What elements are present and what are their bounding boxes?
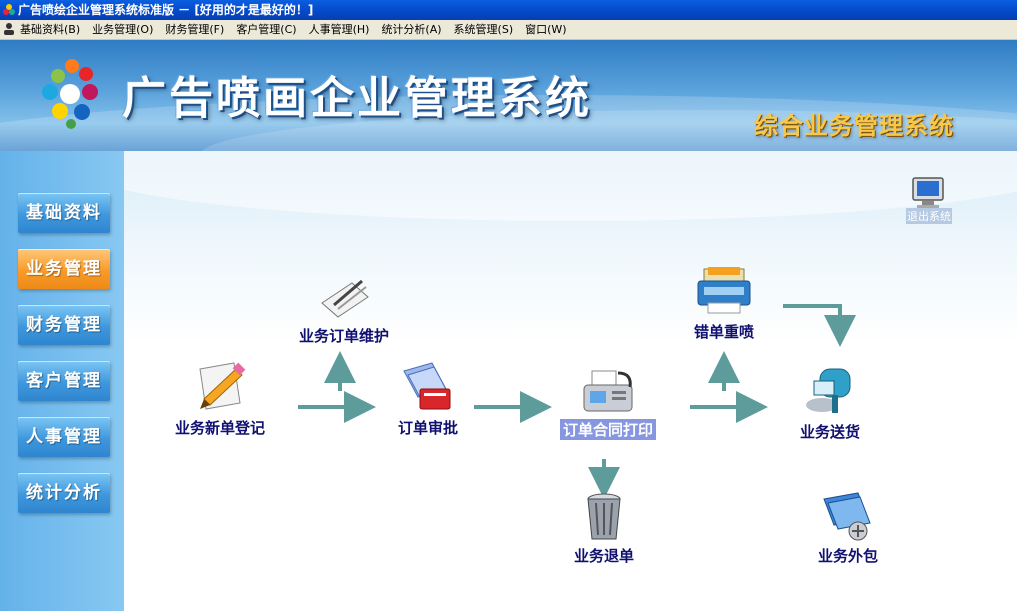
header-banner: 广告喷画企业管理系统 综合业务管理系统 <box>0 40 1017 151</box>
pen-paper-icon <box>321 279 369 318</box>
sidebar-item-statistics[interactable]: 统计分析 <box>18 473 110 513</box>
user-icon <box>4 23 14 35</box>
sidebar-item-customer[interactable]: 客户管理 <box>18 361 110 401</box>
menu-finance[interactable]: 财务管理(F) <box>165 20 224 39</box>
title-bar: 广告喷绘企业管理系统标准版 － [好用的才是最好的！] <box>0 0 1017 20</box>
node-label: 订单合同打印 <box>559 419 656 440</box>
menu-system[interactable]: 系统管理(S) <box>454 20 514 39</box>
app-icon <box>3 4 15 15</box>
node-order-approve[interactable]: 订单审批 <box>358 359 498 438</box>
pencil-paper-icon <box>199 362 246 410</box>
node-label: 业务外包 <box>817 547 878 565</box>
node-label: 订单审批 <box>397 419 458 437</box>
node-outsource[interactable]: 业务外包 <box>778 489 918 566</box>
sidebar-item-business[interactable]: 业务管理 <box>18 249 110 289</box>
sidebar-item-basic-data[interactable]: 基础资料 <box>18 193 110 233</box>
approval-card-icon <box>403 362 451 410</box>
node-label: 业务送货 <box>799 423 860 441</box>
workflow-panel: 退出系统 业务新单登记 业务订单维护 订单审批 订单合同打印 错单重喷 业务送货… <box>124 151 1017 611</box>
node-order-maintain[interactable]: 业务订单维护 <box>274 273 414 346</box>
company-logo-icon <box>42 59 98 129</box>
node-new-order[interactable]: 业务新单登记 <box>150 359 290 438</box>
fax-printer-icon <box>583 370 633 412</box>
node-reprint[interactable]: 错单重喷 <box>654 263 794 342</box>
node-label: 业务退单 <box>573 547 634 565</box>
menu-business[interactable]: 业务管理(O) <box>92 20 153 39</box>
sidebar: 基础资料 业务管理 财务管理 客户管理 人事管理 统计分析 <box>0 151 124 611</box>
node-contract-print[interactable]: 订单合同打印 <box>538 369 678 440</box>
banner-subtitle: 综合业务管理系统 <box>754 112 954 140</box>
sidebar-item-hr[interactable]: 人事管理 <box>18 417 110 457</box>
menu-customer[interactable]: 客户管理(C) <box>236 20 296 39</box>
node-return[interactable]: 业务退单 <box>534 491 674 566</box>
menu-bar: 基础资料(B) 业务管理(O) 财务管理(F) 客户管理(C) 人事管理(H) … <box>0 20 1017 40</box>
window-title: 广告喷绘企业管理系统标准版 － [好用的才是最好的！] <box>18 3 314 17</box>
trash-can-icon <box>587 493 621 540</box>
node-delivery[interactable]: 业务送货 <box>760 365 900 442</box>
node-label: 错单重喷 <box>693 323 754 341</box>
banner-title: 广告喷画企业管理系统 <box>122 73 592 124</box>
menu-window[interactable]: 窗口(W) <box>525 20 566 39</box>
node-label: 业务新单登记 <box>174 419 265 437</box>
menu-statistics[interactable]: 统计分析(A) <box>381 20 441 39</box>
network-folder-icon <box>823 492 871 541</box>
menu-basic-data[interactable]: 基础资料(B) <box>20 20 80 39</box>
menu-hr[interactable]: 人事管理(H) <box>309 20 370 39</box>
mailbox-icon <box>806 368 851 413</box>
printer-icon <box>697 267 751 314</box>
sidebar-item-finance[interactable]: 财务管理 <box>18 305 110 345</box>
node-label: 业务订单维护 <box>298 327 389 345</box>
